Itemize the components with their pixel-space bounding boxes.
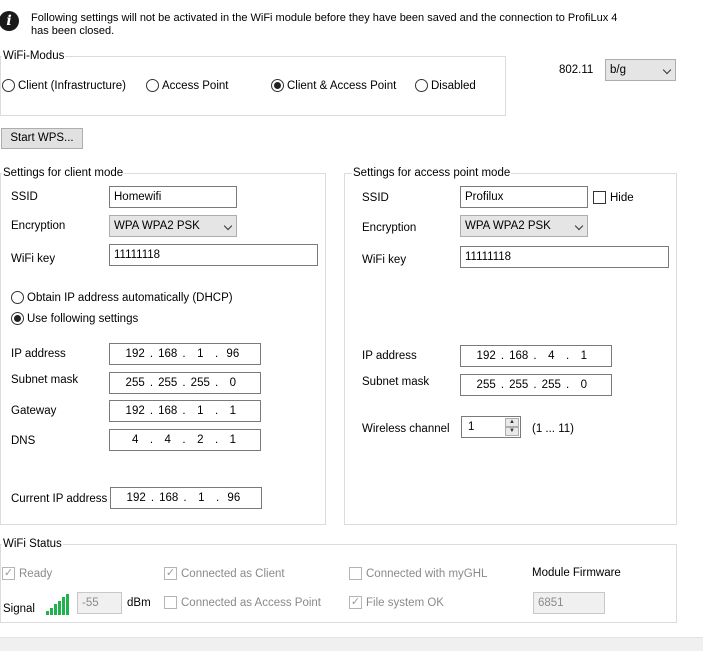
status-bar <box>0 637 703 651</box>
signal-strength-icon <box>46 593 70 615</box>
client-gateway-input[interactable]: 192. 168. 1. 1 <box>109 400 261 422</box>
radio-access-point[interactable]: Access Point <box>146 79 228 92</box>
signal-label: Signal <box>3 603 35 615</box>
client-encryption-select[interactable]: WPA WPA2 PSK <box>109 215 237 237</box>
client-dns-input[interactable]: 4. 4. 2. 1 <box>109 429 261 451</box>
ap-subnet-label: Subnet mask <box>362 376 430 388</box>
checkbox-indicator <box>349 567 362 580</box>
client-ssid-label: SSID <box>11 191 38 203</box>
chevron-down-icon <box>662 65 672 75</box>
info-icon: i <box>0 11 19 31</box>
check-icon: ✓ <box>2 567 15 580</box>
radio-client-and-access-point[interactable]: Client & Access Point <box>271 79 396 92</box>
client-ssid-input[interactable]: Homewifi <box>109 186 237 208</box>
wireless-channel-spinner[interactable]: 1 ▲ ▼ <box>461 416 521 438</box>
ap-subnet-input[interactable]: 255. 255. 255. 0 <box>460 374 612 396</box>
ap-ssid-input[interactable]: Profilux <box>460 186 588 208</box>
signal-bar <box>54 604 57 615</box>
wifi-mode-title: WiFi-Modus <box>2 50 66 63</box>
radio-indicator <box>415 79 428 92</box>
ap-ssid-label: SSID <box>362 192 389 204</box>
client-gateway-label: Gateway <box>11 405 57 417</box>
radio-indicator <box>146 79 159 92</box>
client-dns-label: DNS <box>11 435 36 447</box>
chevron-down-icon <box>223 221 233 231</box>
radio-client-infrastructure[interactable]: Client (Infrastructure) <box>2 79 126 92</box>
client-subnet-input[interactable]: 255. 255. 255. 0 <box>109 372 261 394</box>
client-wifi-key-input[interactable]: 11111118 <box>109 244 318 266</box>
connected-client-checkbox: ✓ Connected as Client <box>164 567 285 580</box>
signal-bar <box>50 607 53 615</box>
client-ip-label: IP address <box>11 348 66 360</box>
signal-bar <box>58 600 61 615</box>
client-encryption-label: Encryption <box>11 220 66 232</box>
spin-down-icon[interactable]: ▼ <box>505 427 519 436</box>
current-ip-label: Current IP address <box>11 493 108 505</box>
ap-ip-input[interactable]: 192. 168. 4. 1 <box>460 345 612 367</box>
client-ip-input[interactable]: 192. 168. 1. 96 <box>109 343 261 365</box>
current-ip-display: 192. 168. 1. 96 <box>110 487 262 509</box>
module-firmware-label: Module Firmware <box>532 567 621 579</box>
ap-wifi-key-input[interactable]: 11111118 <box>460 246 669 268</box>
radio-dhcp[interactable]: Obtain IP address automatically (DHCP) <box>11 291 233 304</box>
hide-ssid-checkbox[interactable]: Hide <box>593 191 634 204</box>
notice-text: Following settings will not be activated… <box>31 12 618 37</box>
ap-encryption-label: Encryption <box>362 222 417 234</box>
start-wps-button[interactable]: Start WPS... <box>1 128 83 149</box>
standard-select[interactable]: b/g <box>605 59 676 81</box>
connected-ap-checkbox: Connected as Access Point <box>164 596 321 609</box>
ap-encryption-select[interactable]: WPA WPA2 PSK <box>460 215 588 237</box>
signal-bar <box>62 597 65 615</box>
ap-settings-title: Settings for access point mode <box>352 167 512 180</box>
check-icon: ✓ <box>164 567 177 580</box>
wifi-status-title: WiFi Status <box>2 538 63 551</box>
signal-unit: dBm <box>127 597 151 609</box>
checkbox-indicator <box>164 596 177 609</box>
channel-range-text: (1 ... 11) <box>532 423 574 435</box>
wireless-channel-label: Wireless channel <box>362 423 450 435</box>
radio-indicator <box>11 291 24 304</box>
ap-wifi-key-label: WiFi key <box>362 254 407 266</box>
standard-label: 802.11 <box>559 64 594 76</box>
check-icon: ✓ <box>349 596 362 609</box>
ready-checkbox: ✓ Ready <box>2 567 53 580</box>
radio-use-following-settings[interactable]: Use following settings <box>11 312 138 325</box>
client-wifi-key-label: WiFi key <box>11 253 56 265</box>
radio-indicator <box>2 79 15 92</box>
client-subnet-label: Subnet mask <box>11 374 79 386</box>
signal-bar <box>46 611 49 615</box>
radio-indicator <box>11 312 24 325</box>
radio-indicator <box>271 79 284 92</box>
module-firmware-field: 6851 <box>533 592 605 614</box>
signal-value-field: -55 <box>77 592 122 614</box>
client-settings-title: Settings for client mode <box>2 167 125 180</box>
signal-bar <box>66 593 69 615</box>
checkbox-indicator <box>593 191 606 204</box>
ap-ip-label: IP address <box>362 350 417 362</box>
connected-myghl-checkbox: Connected with myGHL <box>349 567 487 580</box>
chevron-down-icon <box>574 221 584 231</box>
radio-disabled[interactable]: Disabled <box>415 79 476 92</box>
filesystem-ok-checkbox: ✓ File system OK <box>349 596 444 609</box>
spin-up-icon[interactable]: ▲ <box>505 418 519 427</box>
